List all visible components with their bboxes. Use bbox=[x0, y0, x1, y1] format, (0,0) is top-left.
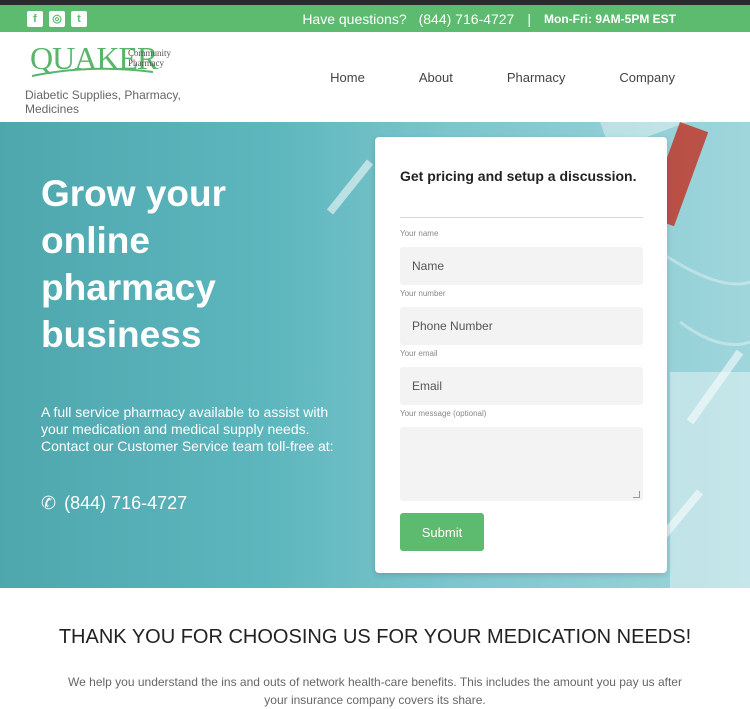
email-input[interactable]: Email bbox=[400, 367, 643, 405]
resize-grip-icon[interactable] bbox=[633, 491, 640, 498]
hero-description: A full service pharmacy available to ass… bbox=[41, 404, 334, 454]
logo[interactable]: QUAKER Community Pharmacy bbox=[30, 40, 190, 80]
hero-title-line: pharmacy bbox=[41, 267, 216, 308]
top-phone-link[interactable]: (844) 716-4727 bbox=[419, 11, 515, 27]
hero-title-line: business bbox=[41, 314, 202, 355]
social-links: f ◎ t bbox=[0, 10, 87, 27]
hero-phone-number[interactable]: (844) 716-4727 bbox=[64, 493, 187, 514]
hero-section: Grow your online pharmacy business A ful… bbox=[0, 122, 750, 588]
facebook-icon[interactable]: f bbox=[27, 10, 43, 27]
nav-company[interactable]: Company bbox=[619, 70, 675, 85]
instagram-icon[interactable]: ◎ bbox=[49, 10, 65, 27]
name-label: Your name bbox=[400, 229, 439, 238]
email-label: Your email bbox=[400, 349, 438, 358]
thanks-heading: THANK YOU FOR CHOOSING US FOR YOUR MEDIC… bbox=[58, 626, 692, 648]
hero-text: Grow your online pharmacy business A ful… bbox=[41, 170, 341, 514]
nav-pharmacy[interactable]: Pharmacy bbox=[507, 70, 566, 85]
twitter-icon[interactable]: t bbox=[71, 10, 87, 27]
top-contact: Have questions? (844) 716-4727 | Mon-Fri… bbox=[302, 11, 750, 27]
thanks-body: We help you understand the ins and outs … bbox=[68, 675, 682, 707]
nav-about[interactable]: About bbox=[419, 70, 453, 85]
nav-home[interactable]: Home bbox=[330, 70, 365, 85]
submit-button[interactable]: Submit bbox=[400, 513, 484, 551]
form-divider bbox=[400, 217, 643, 218]
name-input[interactable]: Name bbox=[400, 247, 643, 285]
hero-phone[interactable]: ✆ (844) 716-4727 bbox=[41, 493, 341, 514]
top-bar: f ◎ t Have questions? (844) 716-4727 | M… bbox=[0, 5, 750, 32]
message-label: Your message (optional) bbox=[400, 409, 487, 418]
hero-title-line: online bbox=[41, 220, 150, 261]
thanks-section: THANK YOU FOR CHOOSING US FOR YOUR MEDIC… bbox=[0, 588, 750, 709]
logo-community-line1: Community bbox=[128, 48, 172, 58]
logo-swoosh-icon bbox=[31, 67, 154, 77]
form-title: Get pricing and setup a discussion. bbox=[400, 168, 637, 184]
logo-community: Community Pharmacy bbox=[128, 48, 171, 68]
business-hours: Mon-Fri: 9AM-5PM EST bbox=[544, 11, 676, 26]
main-nav: Home About Pharmacy Company bbox=[330, 70, 675, 85]
site-header: QUAKER Community Pharmacy Diabetic Suppl… bbox=[0, 32, 750, 122]
message-textarea[interactable] bbox=[400, 427, 643, 501]
questions-text: Have questions? bbox=[302, 10, 407, 27]
phone-input[interactable]: Phone Number bbox=[400, 307, 643, 345]
logo-community-line2: Pharmacy bbox=[128, 58, 164, 68]
separator: | bbox=[527, 10, 531, 27]
tagline: Diabetic Supplies, Pharmacy, Medicines bbox=[25, 88, 181, 116]
hero-title-line: Grow your bbox=[41, 173, 227, 214]
phone-icon: ✆ bbox=[41, 493, 57, 513]
hero-title: Grow your online pharmacy business bbox=[41, 170, 341, 358]
pricing-form: Get pricing and setup a discussion. Your… bbox=[375, 137, 667, 573]
number-label: Your number bbox=[400, 289, 446, 298]
